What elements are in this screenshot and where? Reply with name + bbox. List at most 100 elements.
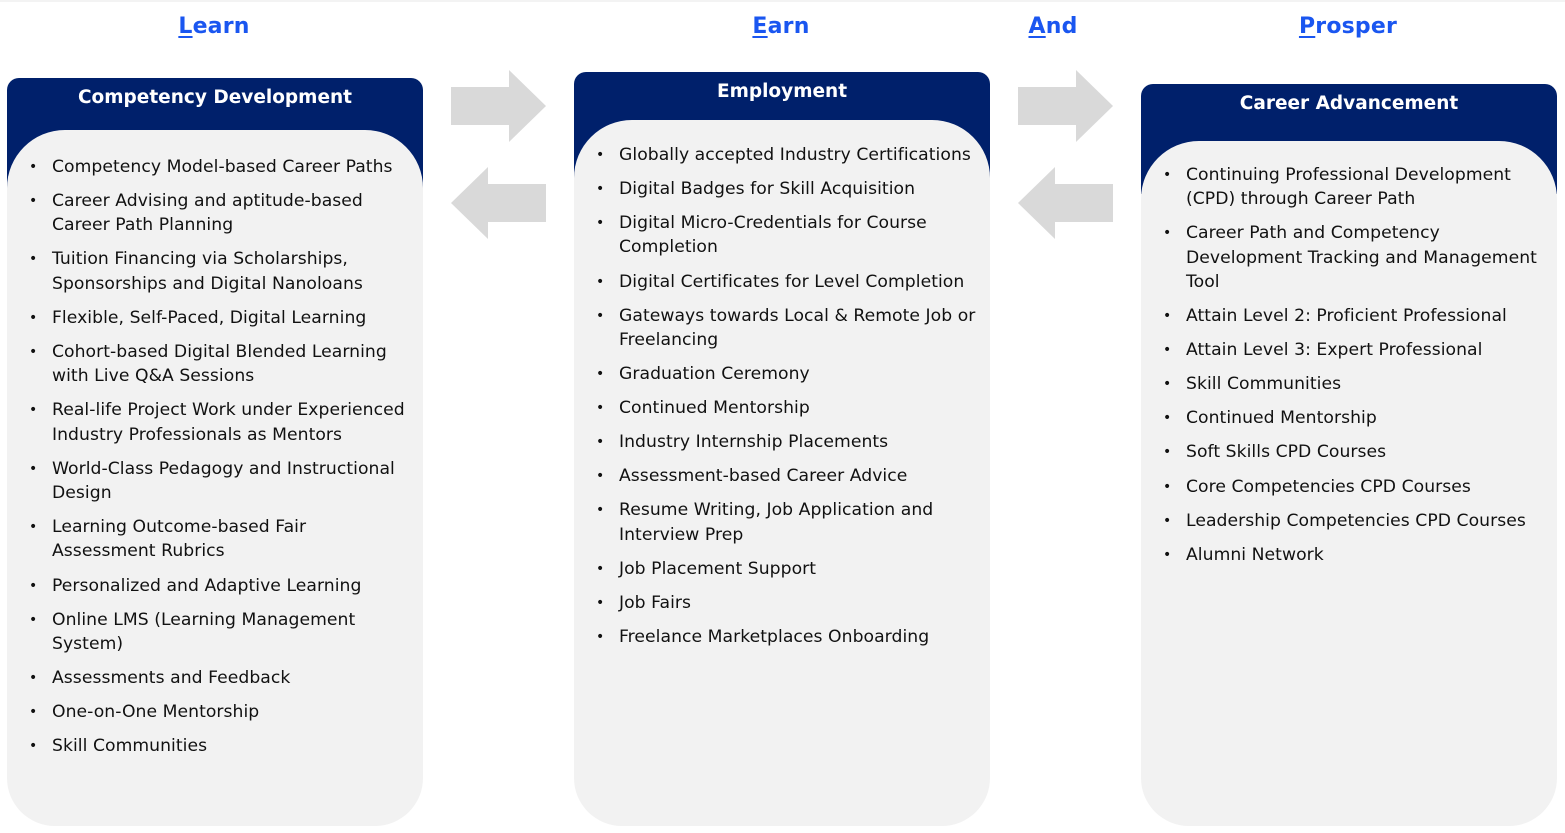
list-item: • Graduation Ceremony <box>574 362 990 386</box>
arrow-left-icon <box>1018 167 1113 239</box>
card-title: Competency Development <box>77 87 353 108</box>
bullet-icon: • <box>1163 308 1172 325</box>
list-item-text: Career Advising and aptitude-based Caree… <box>52 191 363 236</box>
bullet-icon: • <box>29 577 38 594</box>
heading-initial: A <box>1028 14 1046 39</box>
list-item: • Continuing Professional Development (CP… <box>1141 163 1557 212</box>
arrow-left-icon <box>451 167 546 239</box>
bullet-icon: • <box>1163 444 1172 461</box>
list-item-text: Gateways towards Local & Remote Job or F… <box>619 305 976 350</box>
bullet-icon: • <box>596 181 605 198</box>
list-item: • Tuition Financing via Scholarships, Spo… <box>7 247 423 296</box>
list-item: • Industry Internship Placements <box>574 430 990 454</box>
bullet-icon: • <box>1163 478 1172 495</box>
list-item-text: Online LMS (Learning Management System) <box>52 609 356 654</box>
bullet-icon: • <box>596 502 605 519</box>
card-body: • Globally accepted Industry Certificatio… <box>574 120 990 826</box>
list-item-text: Skill Communities <box>1186 374 1342 395</box>
list-item: • Assessments and Feedback <box>7 666 423 690</box>
bullet-icon: • <box>596 147 605 163</box>
list-item: • Flexible, Self-Paced, Digital Learning <box>7 306 423 330</box>
list-item: • Digital Badges for Skill Acquisition <box>574 177 990 201</box>
list-item: • World-Class Pedagogy and Instructional … <box>7 457 423 506</box>
bullet-icon: • <box>1163 546 1172 563</box>
bullet-icon: • <box>596 434 605 451</box>
list-item: • Competency Model-based Career Paths <box>7 155 423 179</box>
bullet-icon: • <box>596 307 605 324</box>
bullet-icon: • <box>29 402 38 419</box>
heading-learn: Learn <box>178 14 249 39</box>
list-item: • Gateways towards Local & Remote Job or … <box>574 304 990 353</box>
list-item: • Job Placement Support <box>574 557 990 581</box>
card-title: Career Advancement <box>1239 93 1459 114</box>
bullet-icon: • <box>29 251 38 268</box>
list-item-text: Leadership Competencies CPD Courses <box>1186 510 1526 531</box>
bullet-icon: • <box>596 594 605 611</box>
list-item: • Personalized and Adaptive Learning <box>7 574 423 598</box>
list-item-text: Graduation Ceremony <box>619 364 810 385</box>
bullet-icon: • <box>29 159 38 175</box>
list-item: • Career Advising and aptitude-based Care… <box>7 189 423 238</box>
card-career-advancement: Career Advancement • Continuing Professio… <box>1141 84 1557 826</box>
list-item: • Assessment-based Career Advice <box>574 464 990 488</box>
bullet-icon: • <box>596 560 605 577</box>
list-item: • Core Competencies CPD Courses <box>1141 475 1557 499</box>
list-item: • Skill Communities <box>1141 372 1557 396</box>
list-item: • Cohort-based Digital Blended Learning w… <box>7 340 423 389</box>
bullet-icon: • <box>1163 512 1172 529</box>
list-item-text: Assessments and Feedback <box>52 668 291 689</box>
bullet-icon: • <box>29 611 38 628</box>
list-item-text: One-on-One Mentorship <box>52 702 260 723</box>
list-item-text: Industry Internship Placements <box>619 432 889 453</box>
bullet-icon: • <box>29 460 38 477</box>
heading-initial: E <box>752 14 768 39</box>
bullet-icon: • <box>596 468 605 485</box>
heading-prosper: Prosper <box>1299 14 1397 39</box>
list-item-text: Attain Level 3: Expert Professional <box>1186 340 1483 361</box>
card-competency-development: Competency Development • Competency Model… <box>7 78 423 826</box>
list-item: • Digital Micro-Credentials for Course Co… <box>574 211 990 260</box>
arrow-right-icon <box>451 70 546 142</box>
list-item-text: Skill Communities <box>52 736 208 757</box>
list-item-text: Attain Level 2: Proficient Professional <box>1186 306 1507 327</box>
list-item: • Leadership Competencies CPD Courses <box>1141 509 1557 533</box>
list-item: • Job Fairs <box>574 591 990 615</box>
bullet-list: • Competency Model-based Career Paths • Car… <box>7 155 423 768</box>
bullet-icon: • <box>596 629 605 646</box>
bullet-icon: • <box>596 273 605 290</box>
list-item: • Digital Certificates for Level Completi… <box>574 270 990 294</box>
arrow-right-icon <box>1018 70 1113 142</box>
bullet-list: • Continuing Professional Development (CP… <box>1141 163 1557 577</box>
list-item: • Attain Level 3: Expert Professional <box>1141 338 1557 362</box>
list-item-text: Core Competencies CPD Courses <box>1186 476 1471 497</box>
bullet-icon: • <box>1163 342 1172 359</box>
list-item: • Globally accepted Industry Certificatio… <box>574 143 990 167</box>
list-item: • Learning Outcome-based Fair Assessment … <box>7 515 423 564</box>
list-item: • Career Path and Competency Development … <box>1141 221 1557 294</box>
heading-earn: Earn <box>752 14 809 39</box>
bullet-icon: • <box>29 193 38 210</box>
heading-rest: earn <box>192 14 250 39</box>
list-item-text: Freelance Marketplaces Onboarding <box>619 627 930 648</box>
bullet-icon: • <box>29 519 38 536</box>
bullet-icon: • <box>596 366 605 383</box>
list-item: • Freelance Marketplaces Onboarding <box>574 625 990 649</box>
bullet-icon: • <box>29 738 38 755</box>
list-item-text: Career Path and Competency Development T… <box>1186 223 1537 292</box>
bullet-icon: • <box>1163 410 1172 427</box>
card-body: • Competency Model-based Career Paths • Car… <box>7 130 423 826</box>
bullet-icon: • <box>1163 376 1172 393</box>
heading-rest: rosper <box>1315 14 1398 39</box>
bullet-icon: • <box>1163 167 1172 183</box>
list-item: • Attain Level 2: Proficient Professional <box>1141 304 1557 328</box>
bullet-icon: • <box>29 309 38 326</box>
list-item-text: Job Placement Support <box>619 558 817 579</box>
list-item-text: Digital Badges for Skill Acquisition <box>619 179 916 200</box>
list-item: • Continued Mentorship <box>1141 406 1557 430</box>
list-item-text: Continued Mentorship <box>1186 408 1377 429</box>
list-item-text: Soft Skills CPD Courses <box>1186 442 1387 463</box>
list-item-text: Continued Mentorship <box>619 398 810 419</box>
list-item-text: Globally accepted Industry Certification… <box>619 145 971 165</box>
card-employment: Employment • Globally accepted Industry C… <box>574 72 990 826</box>
list-item-text: Competency Model-based Career Paths <box>52 157 393 177</box>
